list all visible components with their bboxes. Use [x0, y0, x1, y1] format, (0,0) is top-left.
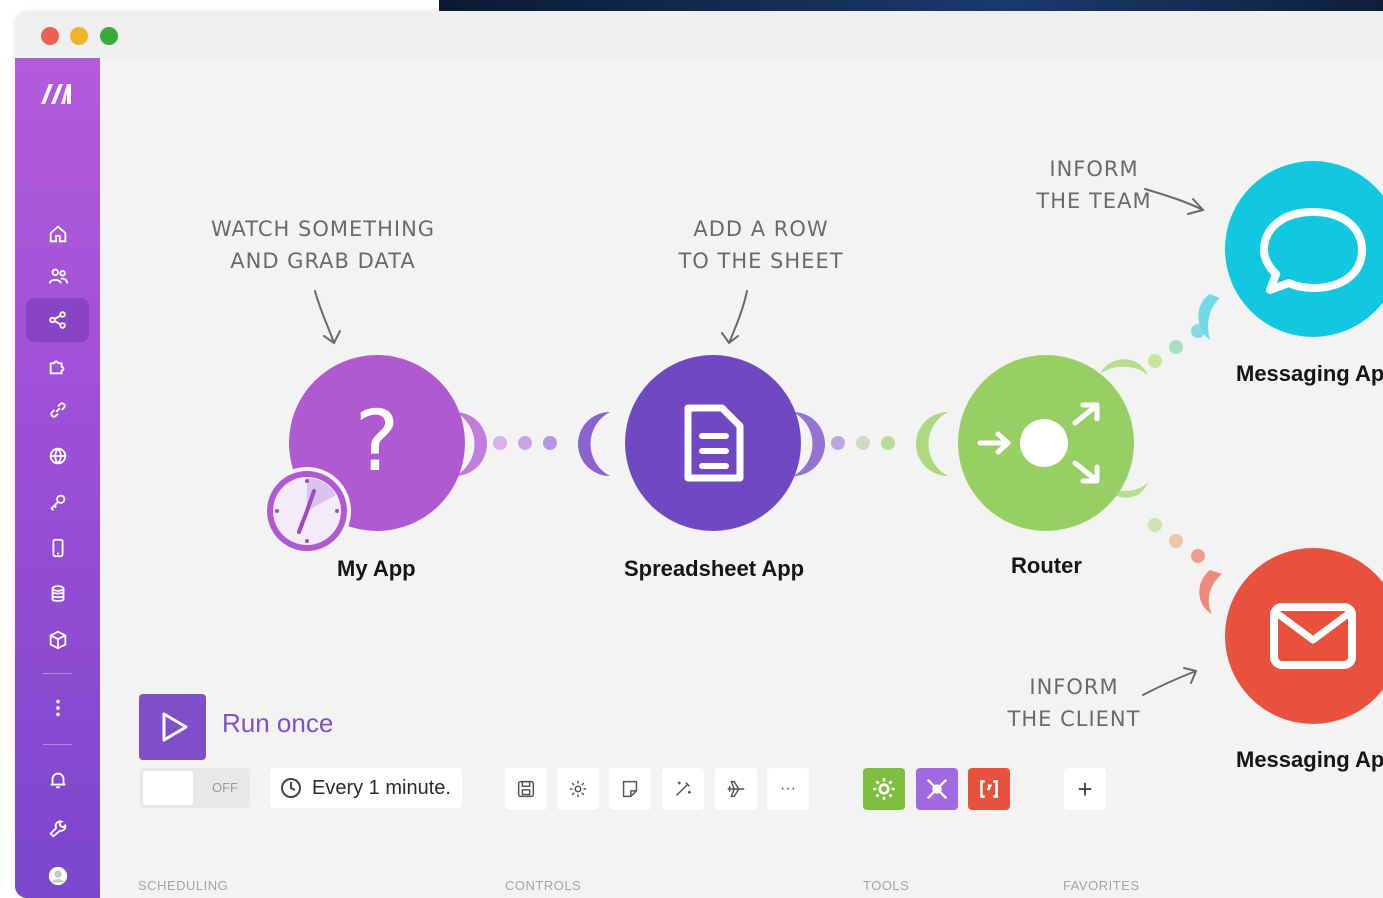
close-window-button[interactable]	[41, 27, 59, 45]
users-icon	[48, 268, 68, 284]
question-mark-icon: ?	[355, 392, 400, 490]
schedule-text: Every 1 minute.	[312, 776, 451, 799]
zoom-window-button[interactable]	[100, 27, 118, 45]
add-favorite-button[interactable]: +	[1064, 768, 1106, 810]
module-label-messaging-team: Messaging App	[1236, 361, 1383, 386]
module-spreadsheet-app[interactable]	[625, 355, 801, 531]
tool-text-parser[interactable]	[968, 768, 1010, 810]
sidebar-item-settings[interactable]	[26, 806, 89, 850]
sidebar-separator	[43, 673, 72, 674]
explain-flow-button[interactable]	[715, 768, 757, 810]
sidebar	[15, 58, 100, 898]
home-icon	[49, 225, 66, 243]
play-icon	[162, 712, 187, 742]
sidebar-item-data-structures[interactable]	[26, 618, 89, 662]
module-label-my-app: My App	[337, 556, 416, 581]
note-add-row: ADD A ROW TO THE SHEET	[678, 217, 844, 273]
globe-icon	[49, 447, 66, 465]
note-icon	[622, 780, 638, 798]
magic-wand-icon	[676, 781, 691, 796]
sidebar-item-connections[interactable]	[26, 388, 89, 432]
link-icon	[49, 402, 66, 418]
more-controls-button[interactable]: ···	[767, 768, 809, 810]
airplane-icon	[727, 780, 745, 798]
note-inform-client: INFORM THE CLIENT	[1007, 675, 1141, 731]
save-button[interactable]	[505, 768, 547, 810]
sidebar-item-apps[interactable]	[26, 344, 89, 388]
share-nodes-icon	[48, 311, 66, 329]
minimize-window-button[interactable]	[70, 27, 88, 45]
connector-spreadsheet-router[interactable]	[793, 412, 948, 476]
sidebar-item-devices[interactable]	[26, 526, 89, 570]
module-label-messaging-client: Messaging App	[1236, 747, 1383, 772]
run-once-label[interactable]: Run once	[222, 708, 333, 739]
sidebar-item-home[interactable]	[26, 212, 89, 256]
toggle-knob	[143, 771, 193, 805]
sidebar-item-profile[interactable]	[26, 854, 89, 898]
sidebar-item-data-stores[interactable]	[26, 572, 89, 616]
notes-button[interactable]	[609, 768, 651, 810]
sidebar-item-keys[interactable]	[26, 480, 89, 524]
module-label-spreadsheet-app: Spreadsheet App	[624, 556, 805, 581]
run-once-button[interactable]	[139, 694, 206, 760]
bell-icon	[50, 772, 65, 789]
connector-myapp-spreadsheet[interactable]	[455, 412, 610, 476]
sidebar-item-team[interactable]	[26, 254, 89, 298]
connector-router-client[interactable]	[1100, 482, 1222, 614]
note-watch: WATCH SOMETHING AND GRAB DATA	[210, 217, 436, 273]
make-logo[interactable]	[39, 80, 75, 106]
tool-gear[interactable]	[863, 768, 905, 810]
tool-flow-control[interactable]	[916, 768, 958, 810]
save-icon	[517, 780, 535, 798]
wrench-icon	[48, 820, 66, 838]
scenario-canvas[interactable]: ? WATCH SOMETHING AND GRAB DATA ADD A RO…	[100, 58, 1383, 898]
more-icon: ···	[780, 780, 796, 797]
avatar-icon	[48, 866, 67, 886]
sidebar-separator	[43, 744, 72, 745]
mobile-icon	[52, 538, 63, 558]
gear-icon	[569, 780, 587, 798]
key-icon	[49, 494, 65, 511]
schedule-setting[interactable]: Every 1 minute.	[270, 768, 462, 808]
scheduling-toggle[interactable]: OFF	[140, 768, 250, 808]
text-parser-icon	[980, 780, 998, 798]
app-window: ? WATCH SOMETHING AND GRAB DATA ADD A RO…	[15, 11, 1383, 898]
settings-button[interactable]	[557, 768, 599, 810]
clock-icon	[281, 778, 301, 798]
gear-tool-icon	[873, 778, 895, 800]
auto-align-button[interactable]	[662, 768, 704, 810]
background-strip	[439, 0, 1383, 11]
sidebar-item-webhooks[interactable]	[26, 434, 89, 478]
sidebar-item-more[interactable]	[26, 686, 89, 730]
tools-label: TOOLS	[863, 878, 910, 893]
module-label-router: Router	[1011, 553, 1082, 578]
sidebar-item-notifications[interactable]	[26, 758, 89, 802]
sidebar-item-scenarios[interactable]	[26, 298, 89, 342]
puzzle-icon	[49, 360, 64, 375]
database-icon	[51, 585, 64, 602]
cube-icon	[49, 630, 66, 650]
toggle-state: OFF	[212, 780, 238, 795]
controls-label: CONTROLS	[505, 878, 582, 893]
flow-control-icon	[926, 778, 948, 800]
title-bar	[15, 11, 1383, 58]
more-vertical-icon	[55, 699, 60, 717]
scheduling-label: SCHEDULING	[138, 878, 229, 893]
connector-router-team[interactable]	[1100, 294, 1220, 376]
note-inform-team: INFORM THE TEAM	[1036, 157, 1152, 213]
favorites-label: FAVORITES	[1063, 878, 1140, 893]
svg-text:?: ?	[355, 392, 400, 490]
